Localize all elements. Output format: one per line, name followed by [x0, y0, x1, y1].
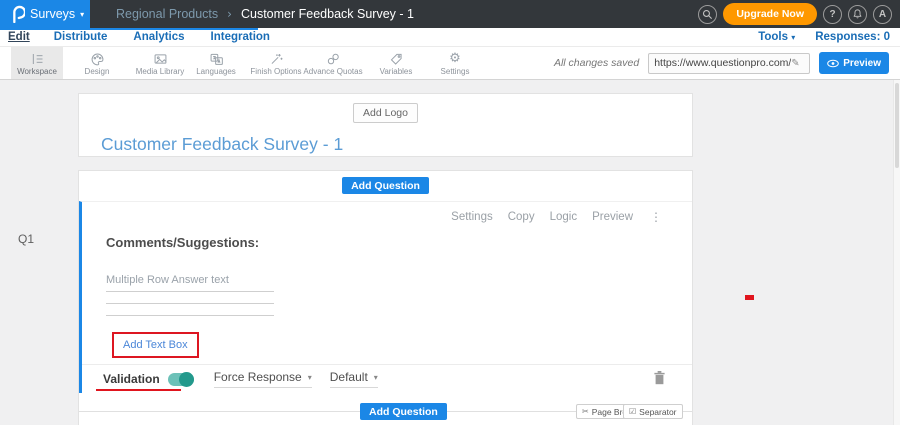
breadcrumb: Regional Products › Customer Feedback Su… — [116, 7, 414, 21]
topbar-actions: Upgrade Now ? A — [698, 3, 900, 25]
upgrade-now-button[interactable]: Upgrade Now — [723, 3, 817, 25]
edit-url-pencil-icon[interactable]: ✎ — [791, 58, 803, 69]
workspace-icon — [30, 51, 45, 66]
top-bar: Surveys ▾ Regional Products › Customer F… — [0, 0, 900, 28]
question-logic-link[interactable]: Logic — [550, 211, 578, 223]
force-response-dropdown[interactable]: Force Response ▾ — [214, 370, 312, 388]
tag-icon — [389, 51, 404, 66]
delete-question-button[interactable] — [653, 370, 666, 388]
gear-icon: ⚙ — [449, 51, 461, 66]
bell-icon — [852, 8, 863, 20]
answer-row-line[interactable] — [106, 292, 274, 304]
questionpro-logo-icon — [9, 5, 25, 23]
loading-progress-bar — [0, 28, 258, 30]
toolbar-item-settings[interactable]: ⚙ Settings — [428, 47, 482, 79]
product-label: Surveys — [30, 7, 75, 21]
chevron-down-icon: ▾ — [374, 373, 378, 382]
tab-edit[interactable]: Edit — [8, 31, 30, 43]
scissors-icon: ✂ — [582, 407, 589, 416]
question-actions: Settings Copy Logic Preview ⋮ — [451, 210, 662, 224]
scrollbar-thumb[interactable] — [895, 83, 899, 168]
add-question-button-bottom[interactable]: Add Question — [360, 403, 447, 420]
notifications-button[interactable] — [848, 5, 867, 24]
toolbar-right: All changes saved ✎ Preview — [554, 47, 900, 79]
question-number-label: Q1 — [18, 232, 34, 246]
toolbar-item-advance-quotas[interactable]: Advance Quotas — [303, 47, 363, 79]
links-icon — [326, 51, 341, 66]
tab-integration[interactable]: Integration — [211, 31, 270, 43]
toolbar-item-workspace[interactable]: Workspace — [11, 47, 63, 79]
account-avatar[interactable]: A — [873, 5, 892, 24]
trash-icon — [653, 370, 666, 385]
chevron-down-icon: ▾ — [308, 373, 312, 382]
checkbox-checked-icon: ☑ — [629, 407, 636, 416]
chevron-down-icon: ▾ — [791, 33, 795, 42]
question-copy-link[interactable]: Copy — [508, 211, 535, 223]
add-text-box-button[interactable]: Add Text Box — [114, 334, 197, 356]
add-text-box-annotation: Add Text Box — [112, 332, 199, 358]
add-question-button-top[interactable]: Add Question — [342, 177, 429, 194]
wand-icon — [269, 51, 284, 66]
help-button[interactable]: ? — [823, 5, 842, 24]
responses-count[interactable]: Responses: 0 — [815, 31, 890, 43]
surveys-product-menu[interactable]: Surveys ▾ — [0, 0, 90, 28]
workspace-canvas: Q1 Add Logo Customer Feedback Survey - 1… — [0, 80, 900, 425]
answer-textarea-placeholder[interactable]: Multiple Row Answer text — [106, 275, 692, 286]
toolbar-item-media-library[interactable]: Media Library — [131, 47, 189, 79]
palette-icon — [90, 51, 105, 66]
question-settings-link[interactable]: Settings — [451, 211, 493, 223]
annotation-mark — [745, 295, 754, 300]
section-nav: Edit Distribute Analytics Integration To… — [0, 28, 900, 47]
search-button[interactable] — [698, 5, 717, 24]
validation-annotation — [96, 389, 181, 391]
toolbar-item-finish-options[interactable]: Finish Options — [249, 47, 303, 79]
tab-analytics[interactable]: Analytics — [133, 31, 184, 43]
survey-url-input[interactable] — [649, 57, 791, 69]
edit-toolbar: Workspace Design Media Library Languages… — [0, 47, 900, 80]
vertical-scrollbar — [893, 80, 900, 425]
image-icon — [153, 51, 168, 66]
chevron-down-icon: ▾ — [80, 10, 84, 19]
survey-header-card: Add Logo Customer Feedback Survey - 1 — [78, 93, 693, 157]
save-status-text: All changes saved — [554, 57, 639, 69]
validation-label: Validation — [103, 372, 160, 386]
breadcrumb-separator: › — [227, 7, 232, 21]
question-preview-link[interactable]: Preview — [592, 211, 633, 223]
eye-icon — [827, 59, 839, 68]
preview-button[interactable]: Preview — [819, 52, 889, 74]
separator-button[interactable]: ☑ Separator — [623, 404, 683, 419]
toolbar-item-languages[interactable]: Languages — [189, 47, 243, 79]
toolbar-item-design[interactable]: Design — [72, 47, 122, 79]
between-questions-row: Add Question ✂ Page Break ☑ Separator — [79, 393, 692, 425]
toggle-knob — [179, 372, 194, 387]
toolbar-item-variables[interactable]: Variables — [368, 47, 424, 79]
question-block: Settings Copy Logic Preview ⋮ Comments/S… — [79, 201, 692, 393]
question-card: Add Question Settings Copy Logic Preview… — [78, 170, 693, 425]
validation-toggle[interactable] — [168, 373, 194, 386]
survey-title[interactable]: Customer Feedback Survey - 1 — [101, 134, 692, 155]
nav-right: Tools ▾ Responses: 0 — [758, 31, 900, 43]
breadcrumb-folder[interactable]: Regional Products — [116, 7, 218, 21]
question-footer: Validation Force Response ▾ Default ▾ — [82, 364, 692, 393]
answer-row-line[interactable] — [106, 304, 274, 316]
default-dropdown[interactable]: Default ▾ — [330, 370, 378, 388]
survey-url-box: ✎ — [648, 53, 810, 74]
tab-distribute[interactable]: Distribute — [54, 31, 108, 43]
tools-menu[interactable]: Tools ▾ — [758, 31, 795, 43]
kebab-menu-icon[interactable]: ⋮ — [650, 210, 662, 224]
translate-icon — [209, 51, 224, 66]
add-logo-button[interactable]: Add Logo — [353, 103, 418, 123]
breadcrumb-current-survey: Customer Feedback Survey - 1 — [241, 7, 414, 21]
